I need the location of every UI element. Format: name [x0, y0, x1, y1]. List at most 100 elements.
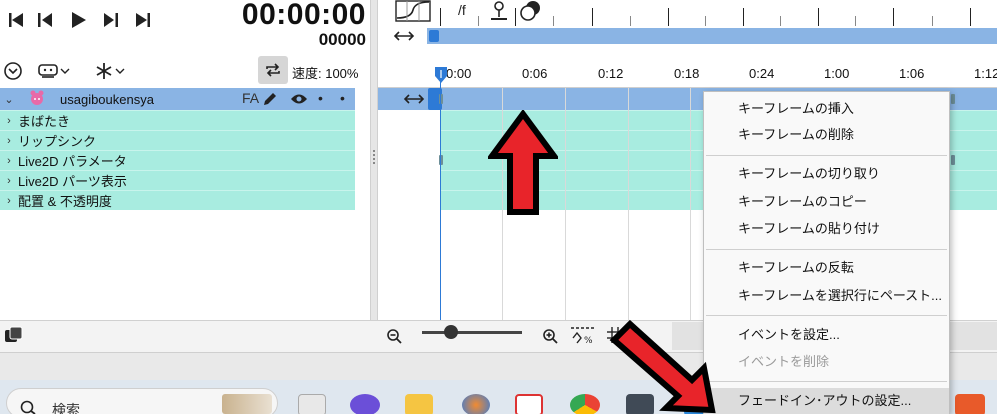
repeat-icon	[266, 63, 280, 77]
taskbar-app-icon[interactable]	[515, 394, 543, 414]
taskbar-app-icon[interactable]	[350, 394, 380, 414]
curve-graph-icon[interactable]	[395, 0, 431, 22]
track-label: Live2D パーツ表示	[18, 174, 127, 189]
track-label: まばたき	[18, 114, 71, 129]
step-back-icon	[38, 13, 52, 27]
anchor-point-icon[interactable]	[487, 0, 511, 22]
effects-dropdown[interactable]	[88, 60, 132, 82]
track-row-parameters[interactable]: › Live2D パラメータ	[0, 150, 355, 170]
track-label: Live2D パラメータ	[18, 154, 127, 169]
ruler-label: 1:00	[824, 66, 850, 81]
fa-label[interactable]: FA	[242, 90, 259, 106]
eye-icon[interactable]	[290, 92, 308, 106]
expand-horizontal-icon[interactable]	[392, 30, 416, 42]
zoom-in-icon[interactable]	[542, 328, 558, 344]
expand-horizontal-icon[interactable]	[402, 92, 426, 106]
menu-item-paste-to-selected-rows[interactable]: キーフレームを選択行にペースト...	[704, 283, 949, 309]
ruler-tick	[818, 8, 819, 26]
skip-to-end-button[interactable]	[131, 8, 155, 32]
keyframe-marker[interactable]	[951, 155, 955, 165]
playback-speed[interactable]: 速度: 100%	[292, 63, 358, 82]
toolbar-button-placeholder[interactable]	[950, 322, 997, 350]
playhead-handle[interactable]	[434, 66, 448, 84]
zoom-slider-knob[interactable]	[444, 325, 458, 339]
character-avatar-icon	[30, 90, 44, 105]
step-forward-button[interactable]	[99, 8, 123, 32]
menu-separator	[706, 381, 947, 382]
chevron-right-icon[interactable]: ›	[2, 135, 16, 147]
frame-counter: 00000	[318, 30, 366, 49]
ruler-label: 0:18	[674, 66, 700, 81]
timeline-scrollbar[interactable]	[427, 28, 997, 44]
ruler-minor-tick	[780, 16, 781, 26]
menu-item-delete-event: イベントを削除	[738, 354, 830, 369]
skip-to-start-button[interactable]	[4, 8, 28, 32]
scrollbar-thumb[interactable]	[429, 30, 439, 42]
ruler-tick	[440, 8, 441, 26]
pencil-icon[interactable]	[262, 91, 278, 107]
keyframe-marker[interactable]	[951, 94, 955, 104]
chrome-icon[interactable]	[570, 394, 600, 414]
timecode-display: 00:00:00	[241, 0, 366, 31]
layers-icon[interactable]	[519, 0, 543, 22]
menu-item-cut-keyframe[interactable]: キーフレームの切り取り	[704, 161, 949, 187]
menu-separator	[706, 155, 947, 156]
menu-item-fade-settings[interactable]: フェードイン･アウトの設定...	[704, 388, 949, 414]
track-label: 配置 & 不透明度	[18, 194, 112, 209]
menu-item-reverse-keyframe[interactable]: キーフレームの反転	[704, 255, 949, 281]
track-label: リップシンク	[18, 134, 97, 149]
step-forward-icon	[104, 13, 118, 27]
menu-item-insert-keyframe[interactable]: キーフレームの挿入	[704, 96, 949, 122]
menu-separator	[706, 249, 947, 250]
per-frame-label[interactable]: /f	[458, 2, 466, 18]
fit-zoom-icon[interactable]: %	[569, 324, 597, 346]
step-back-button[interactable]	[33, 8, 57, 32]
grid-line	[690, 88, 691, 320]
loop-toggle-button[interactable]	[258, 56, 288, 84]
zoom-slider[interactable]	[422, 331, 522, 334]
track-row-parts[interactable]: › Live2D パーツ表示	[0, 170, 355, 190]
skip-to-start-icon	[9, 13, 23, 27]
track-row-blink[interactable]: › まばたき	[0, 110, 355, 130]
chevron-right-icon[interactable]: ›	[2, 175, 16, 187]
ruler-label: 0:24	[749, 66, 775, 81]
chevron-right-icon[interactable]: ›	[2, 195, 16, 207]
dropdown-circle-button[interactable]	[2, 60, 24, 82]
grip-icon	[373, 150, 375, 164]
chevron-down-icon[interactable]: ⌄	[2, 93, 16, 106]
taskbar-app-icon[interactable]	[462, 394, 490, 414]
track-row-placement[interactable]: › 配置 & 不透明度	[0, 190, 355, 210]
chevron-down-icon	[60, 68, 70, 74]
ruler-label: 1:12	[974, 66, 997, 81]
annotation-arrow-diagonal-icon	[609, 319, 716, 414]
display-mode-dropdown[interactable]	[32, 60, 76, 82]
skip-to-end-icon	[136, 13, 150, 27]
grid-line	[565, 88, 566, 320]
ruler-minor-tick	[478, 16, 479, 26]
ruler-label: 0:06	[522, 66, 548, 81]
chevron-right-icon[interactable]: ›	[2, 155, 16, 167]
track-row-lipsync[interactable]: › リップシンク	[0, 130, 355, 150]
dot-icon[interactable]: •	[318, 90, 323, 106]
menu-item-delete-keyframe[interactable]: キーフレームの削除	[704, 122, 949, 148]
taskbar-app-icon[interactable]	[298, 394, 326, 414]
menu-item-copy-keyframe[interactable]: キーフレームのコピー	[704, 189, 949, 215]
layer-panel-icon[interactable]	[4, 326, 24, 344]
taskbar-app-icon[interactable]	[955, 394, 985, 414]
menu-item-paste-keyframe[interactable]: キーフレームの貼り付け	[704, 216, 949, 242]
context-menu: キーフレームの挿入 キーフレームの削除 キーフレームの切り取り キーフレームのコ…	[703, 91, 950, 414]
play-button[interactable]	[66, 8, 90, 32]
ruler-tick	[515, 8, 516, 26]
ruler-minor-tick	[630, 16, 631, 26]
annotation-arrow-up-icon	[488, 110, 558, 215]
menu-item-set-event[interactable]: イベントを設定...	[704, 322, 949, 348]
dot-icon[interactable]: •	[340, 90, 345, 106]
folder-icon[interactable]	[405, 394, 433, 414]
panel-splitter[interactable]	[370, 0, 378, 320]
track-row-main[interactable]: ⌄ usagiboukensya FA • •	[0, 88, 355, 110]
ruler-minor-tick	[553, 16, 554, 26]
search-icon	[20, 400, 36, 414]
chevron-right-icon[interactable]: ›	[2, 115, 16, 127]
zoom-out-icon[interactable]	[386, 328, 402, 344]
ruler-minor-tick	[705, 16, 706, 26]
